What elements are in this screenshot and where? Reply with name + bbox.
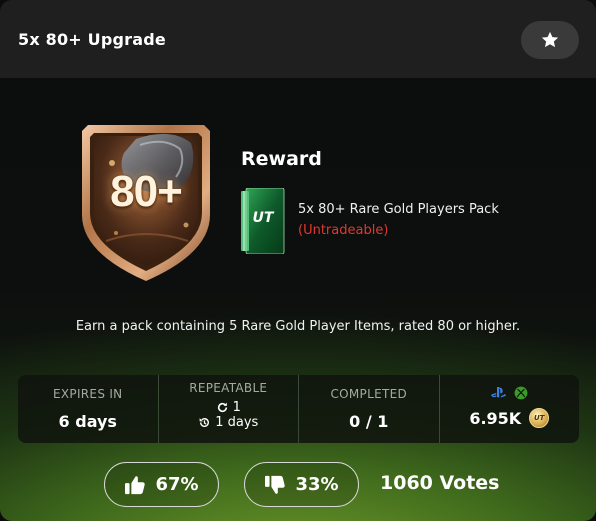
repeat-count-row: 1 bbox=[159, 400, 299, 415]
upvote-button[interactable]: 67% bbox=[104, 462, 219, 507]
star-icon bbox=[541, 31, 559, 48]
coin-icon: UT bbox=[529, 408, 550, 428]
stats-bar: EXPIRES IN 6 days REPEATABLE 1 1 days CO… bbox=[18, 375, 579, 443]
stat-expires: EXPIRES IN 6 days bbox=[18, 375, 159, 443]
price-value: 6.95K bbox=[469, 408, 522, 428]
xbox-icon bbox=[514, 386, 528, 400]
playstation-icon bbox=[490, 386, 506, 398]
repeat-interval: 1 days bbox=[215, 415, 259, 430]
pack-ut-label: UT bbox=[252, 210, 274, 226]
platform-icons bbox=[440, 386, 580, 400]
card-header: 5x 80+ Upgrade bbox=[0, 0, 596, 78]
badge-label: 80+ bbox=[110, 167, 183, 216]
history-icon bbox=[199, 418, 210, 427]
completed-label: COMPLETED bbox=[330, 387, 408, 401]
upgrade-badge: 80+ bbox=[76, 115, 216, 285]
price-row: 6.95K UT bbox=[440, 408, 580, 428]
thumbs-up-icon bbox=[125, 475, 146, 494]
repeat-count: 1 bbox=[232, 400, 241, 415]
repeat-interval-row: 1 days bbox=[159, 415, 299, 430]
stat-completed: COMPLETED 0 / 1 bbox=[299, 375, 440, 443]
expires-value: 6 days bbox=[58, 412, 117, 431]
votes-total: 1060 Votes bbox=[380, 472, 500, 494]
pack-name: 5x 80+ Rare Gold Players Pack bbox=[298, 202, 499, 217]
stat-price: 6.95K UT bbox=[440, 375, 580, 443]
refresh-icon bbox=[217, 402, 227, 413]
objective-card: 5x 80+ Upgrade 80+ Reward UT 5x 80+ Rare… bbox=[0, 0, 596, 521]
upvote-percent: 67% bbox=[155, 474, 199, 495]
repeatable-label: REPEATABLE bbox=[189, 381, 268, 395]
untradeable-note: (Untradeable) bbox=[298, 223, 389, 238]
downvote-percent: 33% bbox=[295, 474, 339, 495]
objective-description: Earn a pack containing 5 Rare Gold Playe… bbox=[75, 319, 521, 334]
downvote-button[interactable]: 33% bbox=[244, 462, 359, 507]
coin-label: UT bbox=[533, 414, 545, 422]
pack-item[interactable]: UT bbox=[240, 187, 286, 255]
completed-value: 0 / 1 bbox=[349, 412, 389, 431]
expires-label: EXPIRES IN bbox=[53, 387, 123, 401]
favorite-button[interactable] bbox=[521, 21, 579, 59]
objective-title: 5x 80+ Upgrade bbox=[18, 30, 166, 49]
thumbs-down-icon bbox=[265, 475, 286, 494]
reward-heading: Reward bbox=[241, 148, 322, 170]
stat-repeatable: REPEATABLE 1 1 days bbox=[159, 375, 299, 443]
